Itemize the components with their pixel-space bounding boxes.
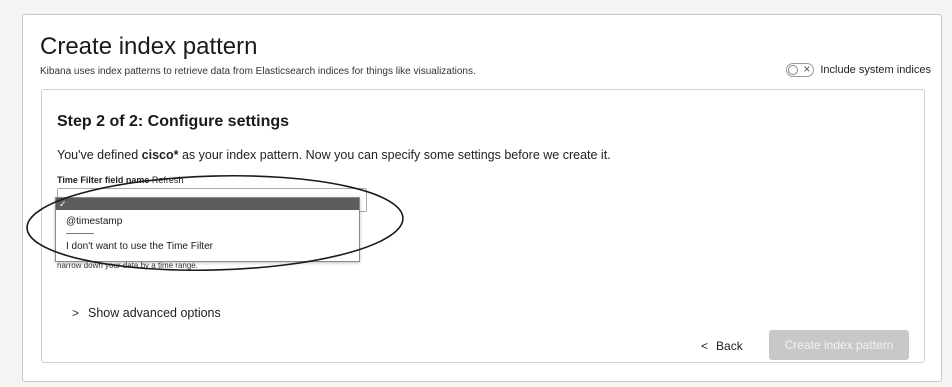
page-title: Create index pattern	[40, 33, 258, 60]
time-filter-field-name-label: Time Filter field name	[57, 175, 150, 185]
create-index-pattern-button[interactable]: Create index pattern	[769, 330, 909, 360]
page-subtitle: Kibana uses index patterns to retrieve d…	[40, 66, 476, 77]
show-advanced-options-label: Show advanced options	[88, 306, 221, 320]
page: Create index pattern Kibana uses index p…	[0, 0, 952, 387]
dropdown-option-timestamp[interactable]: @timestamp	[56, 216, 359, 228]
include-system-indices-switch[interactable]: ×	[786, 62, 815, 77]
back-label: Back	[716, 339, 743, 353]
include-system-indices-label: Include system indices	[820, 64, 931, 76]
dropdown-option-empty-selected[interactable]: ✓	[56, 198, 359, 210]
chevron-left-icon: <	[701, 339, 709, 353]
dropdown-separator	[66, 233, 94, 234]
back-button[interactable]: < Back	[701, 339, 743, 353]
time-filter-help-text: narrow down your data by a time range.	[57, 261, 198, 270]
create-index-pattern-panel: Create index pattern Kibana uses index p…	[22, 14, 942, 382]
time-filter-dropdown[interactable]: ✓ @timestamp I don't want to use the Tim…	[55, 197, 360, 262]
close-icon: ×	[803, 62, 811, 76]
step-description: You've defined cisco* as your index patt…	[57, 148, 611, 162]
check-icon: ✓	[59, 199, 67, 209]
description-text-before: You've defined	[57, 148, 142, 162]
index-pattern-name: cisco*	[141, 148, 179, 162]
chevron-right-icon: >	[72, 306, 80, 320]
description-text-after: as your index pattern. Now you can speci…	[178, 148, 611, 162]
show-advanced-options-toggle[interactable]: > Show advanced options	[72, 306, 221, 320]
time-filter-field-label: Time Filter field name Refresh	[57, 175, 183, 185]
switch-knob	[788, 65, 799, 75]
dropdown-option-no-time-filter[interactable]: I don't want to use the Time Filter	[56, 240, 359, 254]
include-system-indices-toggle-row[interactable]: × Include system indices	[786, 62, 931, 77]
refresh-link[interactable]: Refresh	[152, 175, 184, 185]
step-title: Step 2 of 2: Configure settings	[57, 113, 290, 130]
configure-settings-panel: Step 2 of 2: Configure settings You've d…	[41, 89, 925, 363]
